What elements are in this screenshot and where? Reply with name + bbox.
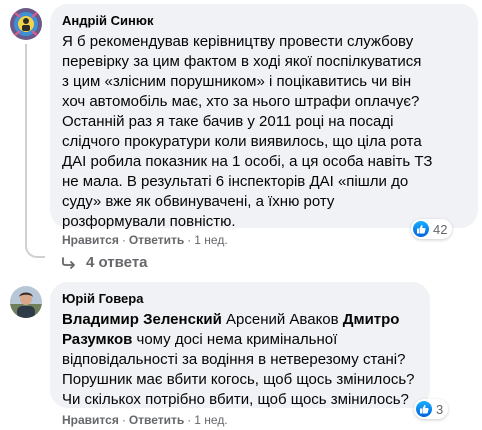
timestamp[interactable]: 1 нед.: [194, 233, 227, 247]
reaction-summary[interactable]: 42: [411, 219, 453, 239]
comment-line: Я б рекомендував керівництву провести сл…: [62, 33, 414, 50]
replies-count: 4 ответа: [86, 254, 148, 271]
comment-line: Разумков чому досі нема кримінальної: [62, 330, 418, 350]
thread-line-curve: [25, 236, 45, 258]
comment-actions: Нравится · Ответить · 1 нед.: [62, 412, 228, 428]
avatar[interactable]: [10, 286, 42, 318]
reply-arrow-icon: [62, 256, 75, 269]
comment-author[interactable]: Юрій Говера: [62, 290, 418, 307]
like-icon: [416, 401, 432, 417]
comment-line: Останній раз я таке бачив у 2011 році на…: [62, 113, 394, 130]
reaction-count: 42: [433, 221, 448, 237]
separator: ·: [121, 413, 126, 427]
comments-section: Андрій Синюк Я б рекомендував керівництв…: [0, 0, 482, 430]
reaction-summary[interactable]: 3: [414, 399, 449, 419]
separator: ·: [121, 233, 126, 247]
comment-line: Чи скількох потрібно вбити, щоб щось змі…: [62, 391, 409, 408]
like-icon: [413, 221, 429, 237]
mention-link[interactable]: Дмитро: [343, 311, 400, 328]
comment-author[interactable]: Андрій Синюк: [62, 12, 466, 29]
reply-button[interactable]: Ответить: [129, 413, 184, 427]
avatar[interactable]: [10, 8, 42, 40]
timestamp[interactable]: 1 нед.: [194, 413, 227, 427]
mention-link[interactable]: Владимир Зеленский: [62, 311, 222, 328]
comment-text: Я б рекомендував керівництву провести сл…: [62, 32, 466, 232]
comment-line: ДАІ робила показник на 1 особі, а ця осо…: [62, 153, 433, 170]
comment-bubble: Юрій Говера Владимир Зеленский Арсений А…: [50, 282, 430, 408]
like-button[interactable]: Нравится: [62, 233, 119, 247]
comment-line: суду» вже як обвинувачені, а їхню роту: [62, 193, 335, 210]
reply-button[interactable]: Ответить: [129, 233, 184, 247]
comment-line: не мала. В результаті 6 інспекторів ДАІ …: [62, 173, 409, 190]
comment-bubble: Андрій Синюк Я б рекомендував керівництв…: [50, 4, 478, 230]
comment-line: Порушник має вбити когось, щоб щось змін…: [62, 371, 415, 388]
comment-text: Владимир Зеленский Арсений Аваков Дмитро…: [62, 310, 418, 410]
comment-line: відповідальності за водіння в нетверезом…: [62, 351, 406, 368]
comment-line: хоч автомобіль має, хто за нього штрафи …: [62, 93, 420, 110]
view-replies-link[interactable]: 4 ответа: [62, 254, 148, 271]
comment-line: розформували повністю.: [62, 213, 236, 230]
mention-text: Арсений Аваков: [226, 311, 339, 328]
comment-line: перевірку за цим фактом в ході якої посп…: [62, 53, 422, 70]
mention-link[interactable]: Разумков: [62, 331, 132, 348]
comment-line: Владимир Зеленский Арсений Аваков Дмитро: [62, 310, 418, 330]
thread-line: [25, 44, 27, 244]
separator: ·: [187, 233, 192, 247]
like-button[interactable]: Нравится: [62, 413, 119, 427]
comment-line-text: чому досі нема кримінальної: [132, 331, 338, 348]
reaction-count: 3: [436, 401, 444, 417]
separator: ·: [187, 413, 192, 427]
comment-line: слідчого прокуратури коли виявилось, що …: [62, 133, 422, 150]
comment-line: з цим «злісним порушником» і поцікавитис…: [62, 73, 412, 90]
comment-actions: Нравится · Ответить · 1 нед.: [62, 232, 228, 248]
